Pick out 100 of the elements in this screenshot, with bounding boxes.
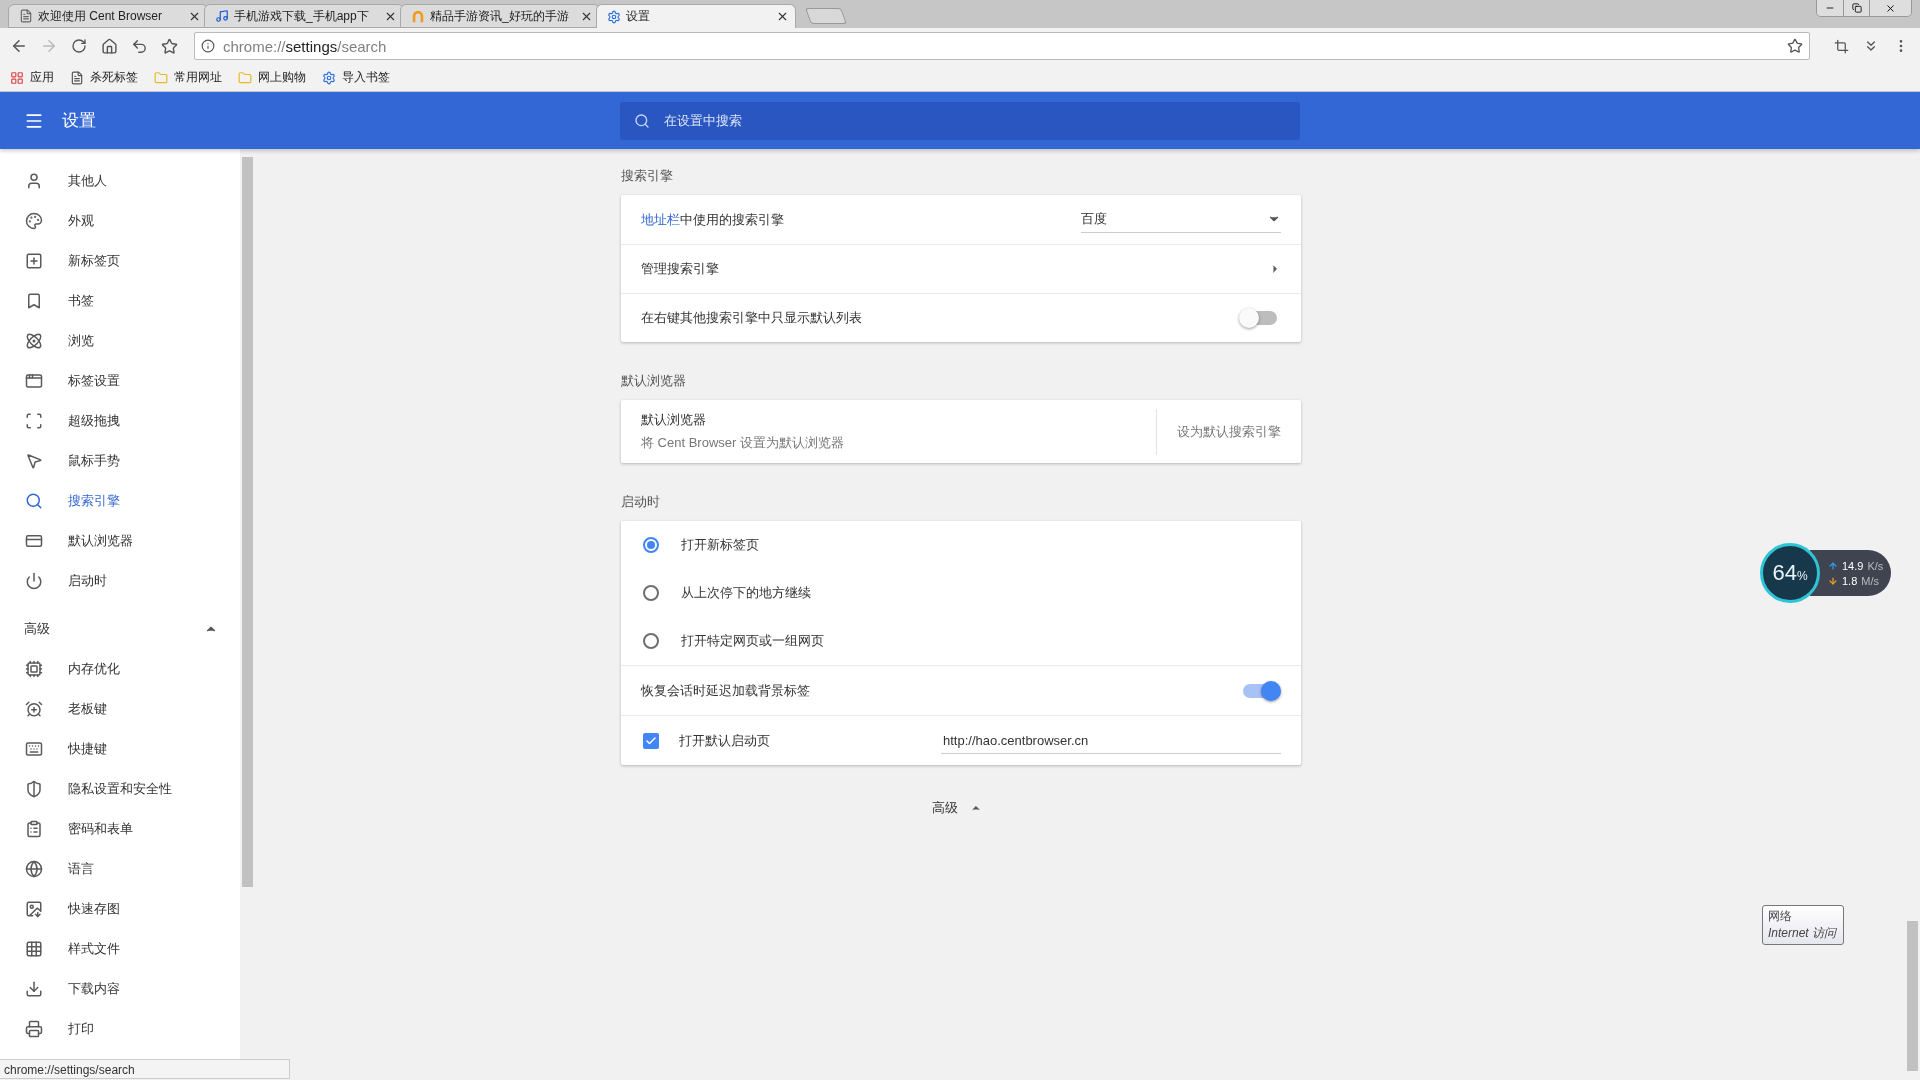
- image-icon: [25, 900, 43, 918]
- bookmark-item[interactable]: 常用网址: [154, 69, 222, 86]
- clipboard-icon: [25, 820, 43, 838]
- upload-arrow-icon: [1828, 560, 1838, 571]
- manage-engines-row[interactable]: 管理搜索引擎: [621, 244, 1301, 293]
- sidebar-item[interactable]: 其他人: [0, 161, 240, 201]
- address-bar[interactable]: chrome://settings/search: [194, 32, 1810, 60]
- setting-description: 将 Cent Browser 设置为默认浏览器: [641, 434, 845, 452]
- page-icon: [19, 9, 33, 23]
- set-default-button[interactable]: 设为默认搜索引擎: [1177, 414, 1281, 449]
- sidebar-item[interactable]: 标签设置: [0, 361, 240, 401]
- browser-tab[interactable]: 手机游戏下载_手机app下: [204, 4, 404, 28]
- sidebar-item[interactable]: 浏览: [0, 321, 240, 361]
- sidebar-item[interactable]: 老板键: [0, 689, 240, 729]
- sidebar-item[interactable]: 书签: [0, 281, 240, 321]
- globe-icon: [25, 860, 43, 878]
- gear-icon: [322, 70, 336, 85]
- sidebar-item[interactable]: 语言: [0, 849, 240, 889]
- sidebar-item[interactable]: 默认浏览器: [0, 521, 240, 561]
- usage-percent: 64%: [1772, 560, 1808, 586]
- star-icon: [160, 37, 178, 55]
- browser-tab[interactable]: 欢迎使用 Cent Browser: [8, 4, 208, 28]
- page-icon: [70, 70, 84, 85]
- download-icon: [25, 980, 43, 998]
- tooltip-text: Internet 访问: [1768, 925, 1838, 942]
- setting-label: 恢复会话时延迟加载背景标签: [641, 681, 811, 700]
- close-icon: [1885, 2, 1896, 14]
- sidebar-item[interactable]: 超级拖拽: [0, 401, 240, 441]
- sidebar-item[interactable]: 密码和表单: [0, 809, 240, 849]
- forward-arrow-icon: [40, 37, 58, 55]
- person-icon: [25, 172, 43, 190]
- radio-button[interactable]: [643, 537, 659, 553]
- tab-title: 设置: [626, 8, 651, 25]
- radio-button[interactable]: [643, 633, 659, 649]
- power-icon: [25, 572, 43, 590]
- pointer-icon: [25, 452, 43, 470]
- upload-speed: 14.9 K/s: [1828, 559, 1884, 572]
- advanced-button[interactable]: 高级: [928, 795, 986, 821]
- crop-icon: [1833, 38, 1849, 54]
- browser-window-icon: [25, 532, 43, 550]
- browser-tab[interactable]: 精品手游资讯_好玩的手游: [400, 4, 600, 28]
- setting-label: 在右键其他搜索引擎中只显示默认列表: [641, 309, 863, 327]
- sidebar-item[interactable]: 打印: [0, 1009, 240, 1049]
- bookmark-icon: [25, 292, 43, 310]
- setting-label: 默认浏览器: [641, 411, 707, 429]
- sidebar-item[interactable]: 鼠标手势: [0, 441, 240, 481]
- undo-icon: [130, 37, 148, 55]
- music-note-icon: [215, 9, 229, 23]
- folder-icon: [154, 70, 168, 85]
- sidebar-item[interactable]: 新标签页: [0, 241, 240, 281]
- option-label: 从上次停下的地方继续: [681, 584, 811, 602]
- setting-label: 地址栏中使用的搜索引擎: [641, 210, 785, 229]
- radio-button[interactable]: [643, 585, 659, 601]
- reload-icon: [71, 38, 87, 54]
- close-icon[interactable]: [776, 10, 789, 23]
- check-icon: [645, 734, 657, 747]
- section-title: 搜索引擎: [621, 167, 674, 183]
- setting-label: 打开默认启动页: [679, 731, 771, 750]
- plus-square-icon: [25, 252, 43, 270]
- atom-icon: [25, 332, 43, 350]
- shield-icon: [25, 780, 43, 798]
- sidebar-item[interactable]: 快速存图: [0, 889, 240, 929]
- option-label: 打开新标签页: [681, 536, 759, 554]
- checkbox[interactable]: [643, 732, 659, 749]
- option-label: 打开特定网页或一组网页: [681, 632, 824, 650]
- engine-dropdown[interactable]: 百度: [1081, 206, 1281, 233]
- folder-icon: [238, 70, 252, 85]
- sidebar-item[interactable]: 搜索引擎: [0, 481, 240, 521]
- page-title: 设置: [62, 110, 96, 132]
- grid-icon: [25, 940, 43, 958]
- address-bar-link[interactable]: 地址栏: [641, 211, 680, 227]
- status-bar: chrome://settings/search: [0, 1059, 290, 1079]
- printer-icon: [25, 1020, 43, 1038]
- sidebar-item[interactable]: 下载内容: [0, 969, 240, 1009]
- bookmark-item[interactable]: 应用: [10, 69, 54, 86]
- sidebar-item[interactable]: 样式文件: [0, 929, 240, 969]
- bookmark-star-icon[interactable]: [1787, 38, 1803, 54]
- tab-title: 欢迎使用 Cent Browser: [38, 7, 164, 25]
- chip-icon: [25, 660, 43, 678]
- bookmark-item[interactable]: 杀死标签: [70, 69, 138, 86]
- sidebar-item[interactable]: 启动时: [0, 561, 240, 601]
- advanced-section-toggle[interactable]: 高级: [0, 609, 240, 649]
- section-title: 默认浏览器: [621, 372, 687, 388]
- sidebar-item[interactable]: 隐私设置和安全性: [0, 769, 240, 809]
- arch-logo-icon: [411, 9, 425, 23]
- palette-icon: [25, 212, 43, 230]
- sidebar-item[interactable]: 内存优化: [0, 649, 240, 689]
- keyboard-icon: [25, 740, 43, 758]
- restore-button[interactable]: [1843, 0, 1869, 16]
- tab-title: 手机游戏下载_手机app下: [234, 7, 370, 25]
- bookmark-item[interactable]: 导入书签: [322, 69, 390, 86]
- section-title: 启动时: [621, 493, 661, 509]
- search-icon: [634, 112, 650, 129]
- browser-tab[interactable]: 设置: [596, 4, 796, 28]
- apps-grid-icon: [10, 70, 24, 85]
- tooltip-title: 网络: [1768, 908, 1793, 925]
- sidebar-item[interactable]: 快捷键: [0, 729, 240, 769]
- sidebar-item[interactable]: 外观: [0, 201, 240, 241]
- bookmark-item[interactable]: 网上购物: [238, 69, 306, 86]
- search-field[interactable]: 在设置中搜索: [620, 101, 1300, 140]
